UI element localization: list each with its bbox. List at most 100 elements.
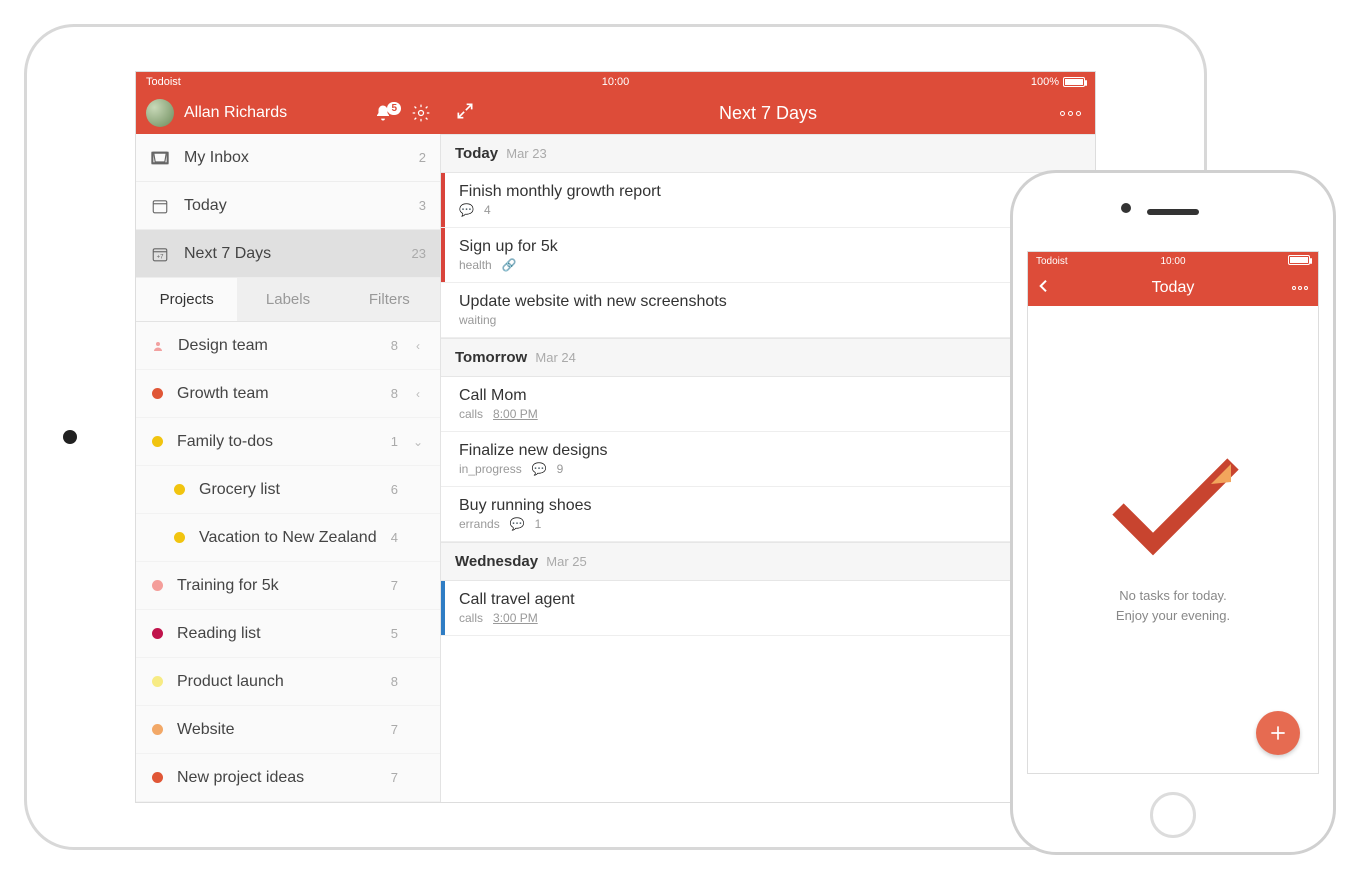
project-label: New project ideas [177, 769, 377, 787]
project-count: 5 [391, 626, 398, 641]
phone-speaker [1147, 209, 1199, 215]
main-content: Today Mar 23 Finish monthly growth report… [441, 134, 1095, 802]
status-app-name: Todoist [146, 76, 181, 88]
project-count: 7 [391, 722, 398, 737]
nav-label: Next 7 Days [184, 245, 398, 263]
task-title: Buy running shoes [459, 497, 1081, 515]
expand-icon[interactable] [455, 101, 475, 126]
nav-count: 3 [419, 198, 426, 213]
nav-label: Today [184, 197, 405, 215]
notification-badge: 5 [387, 102, 401, 115]
priority-bar [441, 228, 445, 282]
section-label: Wednesday [455, 553, 538, 570]
project-item[interactable]: Grocery list6 [136, 466, 440, 514]
task-title: Finalize new designs [459, 442, 1081, 460]
project-label: Website [177, 721, 377, 739]
comment-icon: 💬 [510, 517, 525, 531]
project-item[interactable]: Growth team8‹ [136, 370, 440, 418]
chevron-left-icon[interactable]: ‹ [412, 339, 424, 353]
project-label: Grocery list [199, 481, 377, 499]
project-item[interactable]: Product launch8 [136, 658, 440, 706]
project-item[interactable]: Family to-dos 1 ⌄ [136, 418, 440, 466]
tablet-camera [63, 430, 77, 444]
notifications-button[interactable]: 5 [374, 104, 401, 122]
project-label: Training for 5k [177, 577, 377, 595]
nav-count: 2 [419, 150, 426, 165]
task-title: Sign up for 5k [459, 238, 1081, 256]
project-label: Design team [178, 337, 377, 355]
status-bar: Todoist 10:00 100% [136, 72, 1095, 92]
nav-count: 23 [412, 246, 426, 261]
task-item[interactable]: Call Momcalls8:00 PM [441, 377, 1095, 432]
phone-status-bar: Todoist 10:00 [1028, 252, 1318, 270]
tablet-screen: Todoist 10:00 100% Allan Richards 5 [135, 71, 1096, 803]
tab-labels[interactable]: Labels [237, 278, 338, 321]
priority-bar [441, 173, 445, 227]
section-header: Tomorrow Mar 24 [441, 338, 1095, 377]
project-count: 1 [391, 434, 398, 449]
task-item[interactable]: Buy running shoeserrands💬1 [441, 487, 1095, 542]
battery-icon [1063, 77, 1085, 87]
task-item[interactable]: Call travel agentcalls3:00 PMVacation t [441, 581, 1095, 636]
task-item[interactable]: Sign up for 5khealth🔗 [441, 228, 1095, 283]
project-item[interactable]: New project ideas7 [136, 754, 440, 802]
project-item[interactable]: Website 7 [136, 706, 440, 754]
status-battery-pct: 100% [1031, 76, 1059, 88]
empty-state-line1: No tasks for today. [1116, 586, 1230, 606]
add-task-button[interactable] [1256, 711, 1300, 755]
tab-projects[interactable]: Projects [136, 278, 237, 321]
sidebar-tabs: ProjectsLabelsFilters [136, 278, 440, 322]
comment-icon: 💬 [532, 462, 547, 476]
task-item[interactable]: Update website with new screenshotswaiti… [441, 283, 1095, 338]
nav-item-my-inbox[interactable]: My Inbox2 [136, 134, 440, 182]
project-count: 7 [391, 578, 398, 593]
gear-icon[interactable] [411, 103, 431, 123]
phone-status-app-name: Todoist [1036, 256, 1068, 267]
task-time[interactable]: 3:00 PM [493, 611, 538, 625]
chevron-left-icon[interactable]: ‹ [412, 387, 424, 401]
project-color-dot [152, 628, 163, 639]
phone-screen: Todoist 10:00 Today No tasks for today. … [1027, 251, 1319, 774]
inbox-icon [150, 148, 170, 168]
calendar-day-icon [150, 196, 170, 216]
username[interactable]: Allan Richards [184, 104, 364, 122]
project-item[interactable]: Design team 8 ‹ [136, 322, 440, 370]
comment-count: 9 [557, 462, 564, 476]
sidebar: My Inbox2 Today 3 +7 Next 7 Days 23 ProjectsL… [136, 134, 441, 802]
phone-body: No tasks for today. Enjoy your evening. [1028, 306, 1318, 773]
project-color-dot [152, 772, 163, 783]
project-color-dot [152, 436, 163, 447]
project-label: Family to-dos [177, 433, 377, 451]
task-time[interactable]: 8:00 PM [493, 407, 538, 421]
nav-item-next-7-days[interactable]: +7 Next 7 Days 23 [136, 230, 440, 278]
task-tag: errands [459, 517, 500, 531]
project-color-dot [152, 676, 163, 687]
task-item[interactable]: Finalize new designsin_progress💬9 [441, 432, 1095, 487]
project-label: Growth team [177, 385, 377, 403]
more-icon[interactable] [1292, 286, 1308, 290]
chevron-down-icon[interactable]: ⌄ [412, 435, 424, 449]
section-label: Tomorrow [455, 349, 527, 366]
project-item[interactable]: Reading list5 [136, 610, 440, 658]
project-item[interactable]: Vacation to New Zealand4 [136, 514, 440, 562]
task-title: Call travel agent [459, 591, 1081, 609]
phone-home-button[interactable] [1150, 792, 1196, 838]
back-button[interactable] [1036, 278, 1052, 299]
task-item[interactable]: Finish monthly growth report💬4 [441, 173, 1095, 228]
status-clock: 10:00 [602, 76, 630, 88]
section-label: Today [455, 145, 498, 162]
task-title: Finish monthly growth report [459, 183, 1081, 201]
task-title: Call Mom [459, 387, 1081, 405]
tab-filters[interactable]: Filters [339, 278, 440, 321]
project-color-dot [174, 532, 185, 543]
avatar[interactable] [146, 99, 174, 127]
nav-item-today[interactable]: Today 3 [136, 182, 440, 230]
project-count: 8 [391, 338, 398, 353]
phone-page-title: Today [1152, 279, 1195, 297]
project-item[interactable]: Training for 5k 7 [136, 562, 440, 610]
comment-count: 4 [484, 203, 491, 217]
calendar-week-icon: +7 [150, 244, 170, 264]
more-icon[interactable] [1060, 111, 1081, 116]
section-date: Mar 23 [506, 146, 546, 161]
project-label: Product launch [177, 673, 377, 691]
